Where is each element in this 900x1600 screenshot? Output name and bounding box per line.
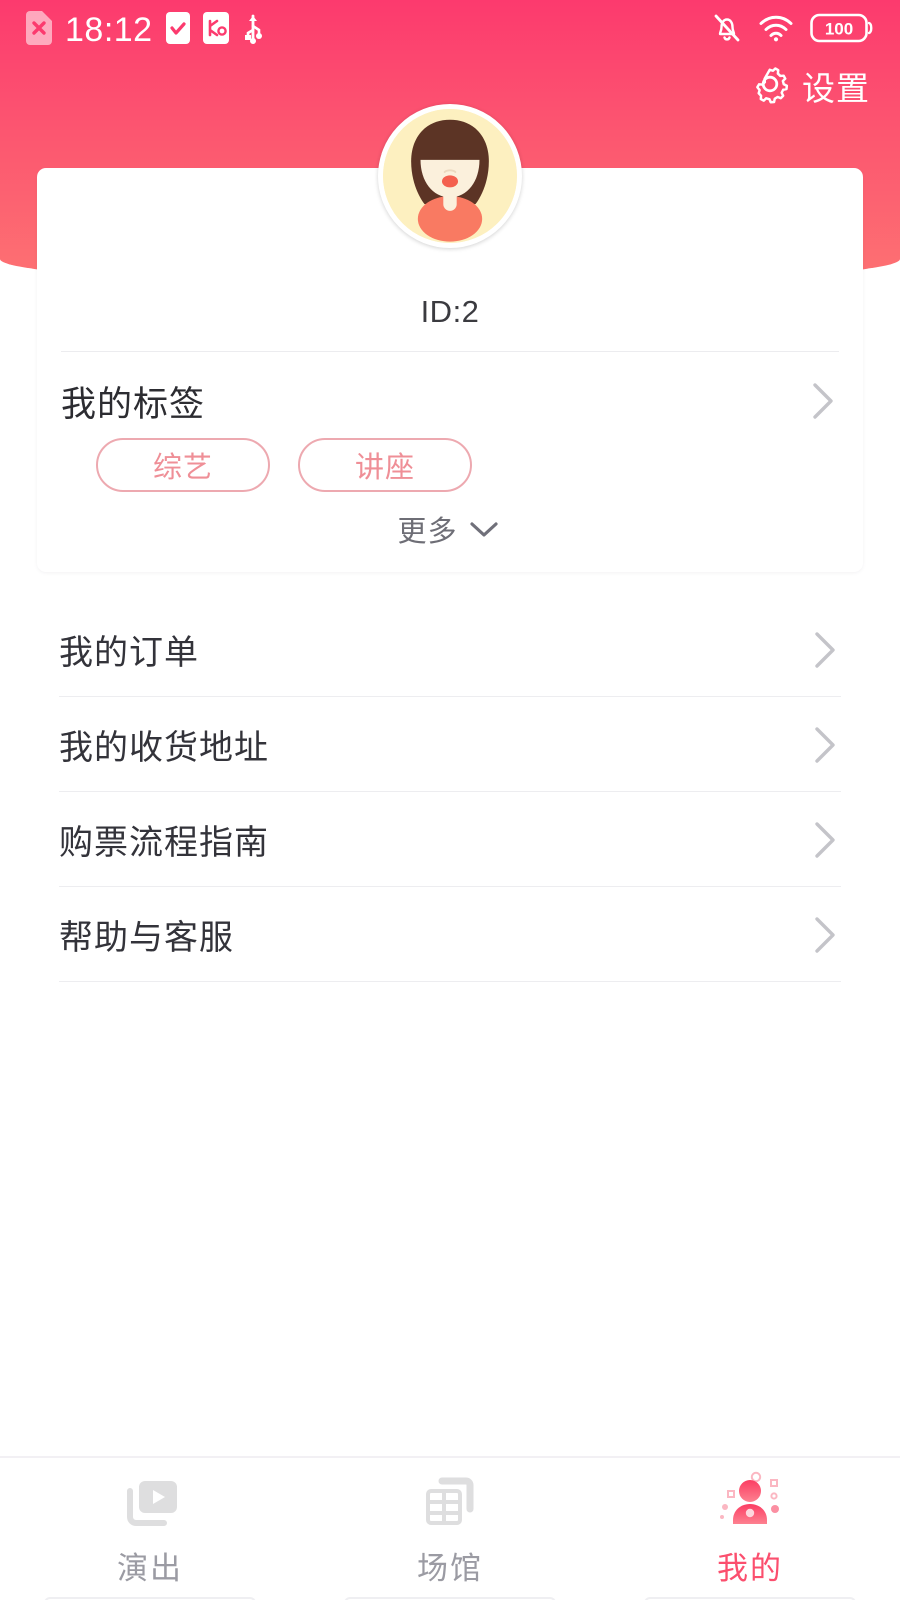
status-bar-right: 100 (712, 12, 874, 49)
tag-chip[interactable]: 讲座 (298, 438, 472, 492)
nav-item-label: 演出 (117, 1550, 183, 1586)
venue-grid-icon (414, 1471, 486, 1537)
chevron-right-icon (807, 911, 841, 959)
menu-item-label: 我的收货地址 (59, 729, 269, 767)
menu-item-address[interactable]: 我的收货地址 (59, 697, 841, 792)
chevron-right-icon (807, 626, 841, 674)
chevron-down-icon (465, 515, 503, 543)
chevron-right-icon (807, 721, 841, 769)
nav-item-venues[interactable]: 场馆 (300, 1458, 600, 1600)
menu-item-orders[interactable]: 我的订单 (59, 602, 841, 697)
usb-icon (242, 12, 264, 49)
wifi-icon (758, 14, 794, 47)
nav-item-label: 我的 (717, 1550, 783, 1586)
nav-item-label: 场馆 (417, 1550, 483, 1586)
bottom-navigation: 演出 场馆 我的 (0, 1456, 900, 1600)
tag-list: 综艺 讲座 (96, 438, 472, 492)
menu-divider (59, 981, 841, 982)
settings-label: 设置 (802, 70, 870, 107)
debug-icon (202, 11, 229, 49)
menu-item-label: 购票流程指南 (59, 824, 269, 862)
nav-item-mine[interactable]: 我的 (600, 1458, 900, 1600)
menu-item-label: 我的订单 (59, 634, 199, 672)
my-tags-label: 我的标签 (61, 384, 206, 424)
my-tags-row[interactable]: 我的标签 (61, 370, 839, 432)
user-profile-icon (714, 1471, 786, 1537)
more-tags-button[interactable]: 更多 (37, 508, 863, 550)
more-label: 更多 (397, 516, 458, 548)
status-bar-time: 18:12 (65, 11, 153, 49)
chevron-right-icon (807, 816, 841, 864)
bell-muted-icon (712, 12, 742, 49)
sim-error-icon (26, 10, 52, 50)
settings-button[interactable]: 设置 (749, 62, 870, 110)
app-screen: 18:12 100 设置 ID:2 我的标签 综艺 讲座 更多 我的订单 我的收… (0, 0, 900, 1600)
user-id: ID:2 (420, 294, 480, 329)
avatar[interactable] (378, 104, 522, 248)
menu-item-label: 帮助与客服 (59, 919, 234, 957)
card-divider (61, 351, 839, 352)
user-avatar-girl (383, 109, 517, 243)
status-bar-left: 18:12 (26, 10, 264, 50)
status-bar: 18:12 100 (0, 0, 900, 60)
video-play-icon (114, 1471, 186, 1537)
menu-list: 我的订单 我的收货地址 购票流程指南 帮助与客服 (0, 602, 900, 982)
tag-chip[interactable]: 综艺 (96, 438, 270, 492)
battery-icon: 100 (810, 12, 874, 49)
nav-item-shows[interactable]: 演出 (0, 1458, 300, 1600)
menu-item-help[interactable]: 帮助与客服 (59, 887, 841, 982)
gear-icon (749, 63, 791, 110)
chevron-right-icon (805, 377, 839, 425)
task-check-icon (165, 11, 190, 49)
svg-text:100: 100 (825, 19, 853, 38)
menu-item-ticket-guide[interactable]: 购票流程指南 (59, 792, 841, 887)
